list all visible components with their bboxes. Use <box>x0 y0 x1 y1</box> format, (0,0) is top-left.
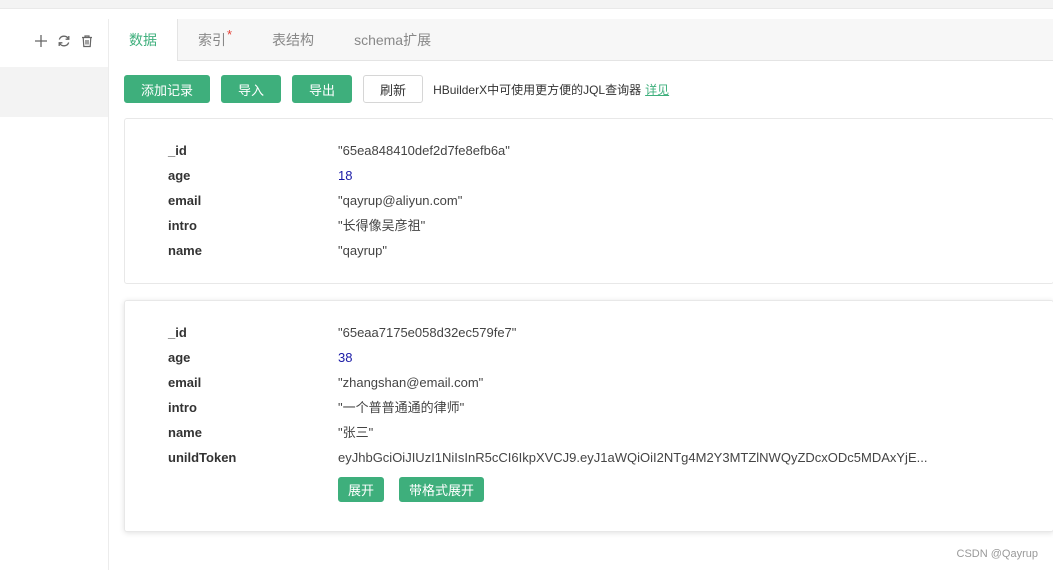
field-key: name <box>168 243 202 258</box>
tab-index[interactable]: 索引 * <box>178 19 252 60</box>
field-key: intro <box>168 218 197 233</box>
export-button[interactable]: 导出 <box>292 75 353 103</box>
expand-actions: 展开 带格式展开 <box>338 477 499 502</box>
record-card: _id "65eaa7175e058d32ec579fe7" age 38 em… <box>124 300 1053 532</box>
field-value: "65eaa7175e058d32ec579fe7" <box>338 325 517 340</box>
sidebar-selected-item[interactable] <box>0 67 108 117</box>
sidebar-toolbar <box>33 33 94 48</box>
hint-text: HBuilderX中可使用更方便的JQL查询器 <box>433 82 642 97</box>
tab-schema[interactable]: 表结构 <box>252 19 334 60</box>
field-value: "65ea848410def2d7fe8efb6a" <box>338 143 510 158</box>
field-value: "长得像吴彦祖" <box>338 218 426 233</box>
field-value: 18 <box>338 168 353 183</box>
record-card: _id "65ea848410def2d7fe8efb6a" age 18 em… <box>124 118 1053 284</box>
field-value: "qayrup@aliyun.com" <box>338 193 463 208</box>
field-value: "张三" <box>338 425 374 440</box>
refresh-icon[interactable] <box>56 33 71 48</box>
expand-formatted-button[interactable]: 带格式展开 <box>399 477 485 502</box>
tab-label: 数据 <box>129 32 157 48</box>
tab-schema-extension[interactable]: schema扩展 <box>334 19 451 60</box>
field-key: intro <box>168 400 197 415</box>
import-button[interactable]: 导入 <box>221 75 282 103</box>
field-key: email <box>168 375 202 390</box>
plus-icon[interactable] <box>33 33 48 48</box>
field-key: _id <box>168 143 187 158</box>
field-value: "zhangshan@email.com" <box>338 375 484 390</box>
top-bar <box>0 0 1053 9</box>
field-value: "qayrup" <box>338 243 387 258</box>
expand-button[interactable]: 展开 <box>338 477 385 502</box>
tab-bar: 数据 索引 * 表结构 schema扩展 <box>109 19 1053 61</box>
refresh-button[interactable]: 刷新 <box>363 75 424 103</box>
tab-label: 索引 <box>198 31 226 48</box>
field-key: age <box>168 350 191 365</box>
jql-hint: HBuilderX中可使用更方便的JQL查询器 详见 <box>433 81 669 98</box>
field-value: 38 <box>338 350 353 365</box>
trash-icon[interactable] <box>79 33 94 48</box>
details-link[interactable]: 详见 <box>645 83 669 97</box>
sidebar <box>0 19 109 570</box>
unsaved-marker: * <box>227 27 233 42</box>
field-key: _id <box>168 325 187 340</box>
tab-label: 表结构 <box>272 31 315 48</box>
field-value: eyJhbGciOiJIUzI1NiIsInR5cCI6IkpXVCJ9.eyJ… <box>338 450 928 465</box>
add-record-button[interactable]: 添加记录 <box>124 75 211 103</box>
data-toolbar: 添加记录 导入 导出 刷新 HBuilderX中可使用更方便的JQL查询器 详见 <box>124 75 669 103</box>
watermark: CSDN @Qayrup <box>956 548 1038 560</box>
tab-data[interactable]: 数据 <box>109 19 178 61</box>
field-key: name <box>168 425 202 440</box>
field-key: unildToken <box>168 450 237 465</box>
field-key: email <box>168 193 202 208</box>
tab-label: schema扩展 <box>354 31 432 48</box>
field-key: age <box>168 168 191 183</box>
field-value: "一个普普通通的律师" <box>338 400 465 415</box>
